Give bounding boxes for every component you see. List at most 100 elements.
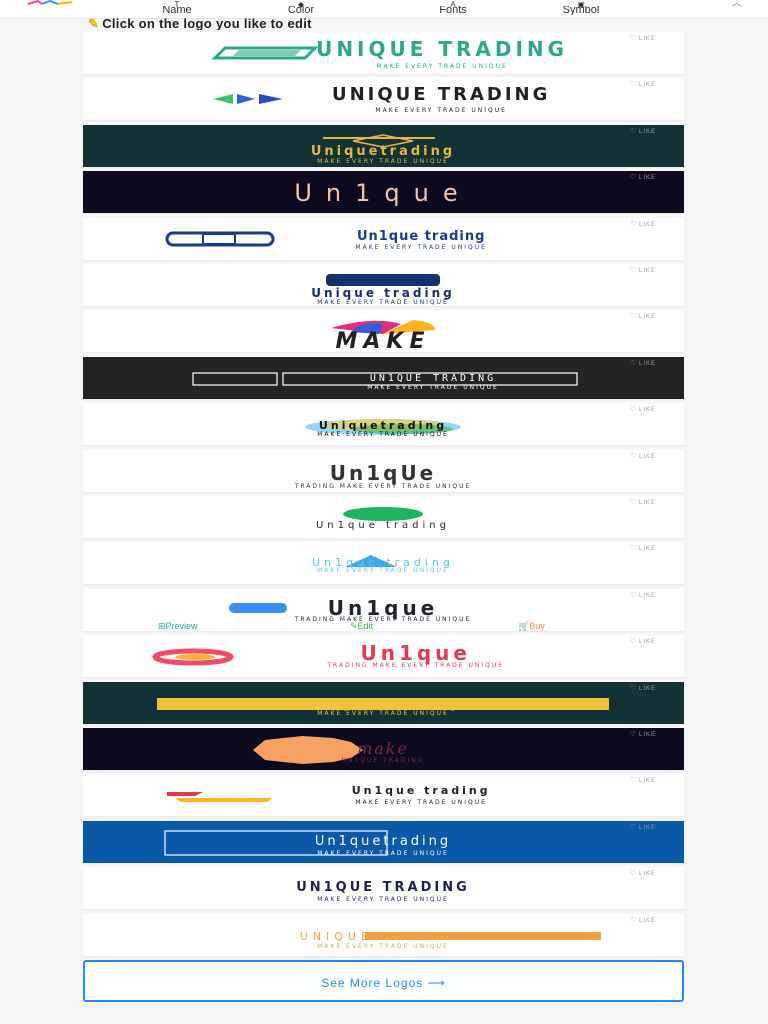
like-button[interactable]: ♡ LIKE [630,266,656,274]
logo-card[interactable]: Un1que trading ♡ LIKE [83,496,684,538]
logo-card[interactable]: Un1que trading MAKE EVERY TRADE UNIQUE ♡ LI… [83,774,684,817]
logo-name: Un1que trading [352,784,491,797]
logo-card[interactable]: UNIQUE TRADING MAKE EVERY TRADE UNIQUE ♡ LI… [83,913,684,956]
logo-card[interactable]: make UN1QUE TRADING ♡ LIKE [83,728,684,770]
like-button[interactable]: ♡ LIKE [630,684,656,692]
chevron-down-icon[interactable]: ︿ [732,0,742,9]
heart-icon: ♡ [629,731,637,738]
heart-icon: ♡ [629,35,637,42]
like-button[interactable]: ♡ LIKE [630,312,656,320]
logo-artwork: UniquetradingMAKE EVERY TRADE UNIQUE [311,134,455,165]
logo-artwork: MAKE [331,320,435,352]
heart-icon: ♡ [629,313,637,321]
like-button[interactable]: ♡ LIKE [630,34,656,42]
logo-artwork: UN1QUE TRADINGMAKE EVERY TRADE UNIQUE [192,372,578,391]
logo-artwork: Unique tradingMAKE EVERY TRADE UNIQUE [157,697,609,717]
like-button[interactable]: ♡ LIKE [630,452,656,460]
like-button[interactable]: ♡ LIKE [630,405,656,413]
logo-card[interactable]: UN1QUE TRADING MAKE EVERY TRADE UNIQUE ♡ LI… [83,356,684,399]
logo-card[interactable]: Uniquetrading MAKE EVERY TRADE UNIQUE ♡ LIK… [83,403,684,446]
buy-link[interactable]: 🛒 Buy [518,622,545,631]
arrow-right-icon: ⟶ [427,976,446,990]
logo-name: UNIQUE TRADING [316,37,568,61]
like-button[interactable]: ♡ LIKE [630,916,656,924]
logo-artwork: Un1que tradingMAKE EVERY TRADE UNIQUE [312,555,450,574]
logo-card[interactable]: Un1que trading MAKE EVERY TRADE UNIQUE ♡ LI… [83,542,684,585]
like-button[interactable]: ♡ LIKE [630,80,656,88]
brand-logo-icon[interactable] [28,0,72,6]
like-button[interactable]: ♡ LIKE [630,498,656,506]
logo-card[interactable]: UN1QUE TRADING MAKE EVERY TRADE UNIQUE ♡ LI… [83,867,684,910]
logo-card[interactable]: MAKE ♡ LIKE [83,310,684,353]
logo-tagline: MAKE EVERY TRADE UNIQUE [375,107,507,114]
logo-tagline: MAKE EVERY TRADE UNIQUE [367,384,499,391]
logo-name: MAKE [336,329,431,352]
heart-icon: ♡ [629,81,637,89]
heart-icon: ♡ [629,823,637,831]
logo-artwork: Un1qUeTRADING MAKE EVERY TRADE UNIQUE [294,461,472,490]
tab-name[interactable]: T Name [132,1,222,16]
logo-card[interactable]: UNIQUE TRADING MAKE EVERY TRADE UNIQUE ♡ LI… [83,32,684,74]
heart-icon: ♡ [629,174,637,182]
logo-name: Unique trading [304,697,461,711]
tab-fonts[interactable]: A Fonts [408,1,498,16]
logo-artwork: UNIQUE TRADINGMAKE EVERY TRADE UNIQUE [300,930,601,950]
logo-artwork: UNIQUE TRADING MAKE EVERY TRADE UNIQUE [213,84,550,114]
like-button[interactable]: ♡ LIKE [630,220,656,228]
logo-name: UNIQUE TRADING [300,930,467,943]
like-button[interactable]: ♡ LIKE [630,823,656,831]
like-button[interactable]: ♡ LIKE [630,591,656,599]
logo-tagline: MAKE EVERY TRADE UNIQUE [317,896,449,903]
logo-tagline: MAKE EVERY TRADE UNIQUE [317,710,449,717]
logo-card[interactable]: Unique trading MAKE EVERY TRADE UNIQUE ♡ LI… [83,264,684,306]
logo-tagline: MAKE EVERY TRADE UNIQUE [355,799,487,806]
logo-name: UNIQUE TRADING [332,84,550,105]
logo-artwork: Un1quetradingMAKE EVERY TRADE UNIQUE [164,830,448,857]
logo-tagline: TRADING MAKE EVERY TRADE UNIQUE [294,483,472,490]
logo-tagline: MAKE EVERY TRADE UNIQUE [317,299,449,306]
like-button[interactable]: ♡ LIKE [630,730,656,738]
logo-name: UN1QUE TRADING [296,880,470,895]
logo-tagline: MAKE EVERY TRADE UNIQUE [317,431,449,438]
logo-card[interactable]: Unique trading MAKE EVERY TRADE UNIQUE ♡ LI… [83,681,684,724]
like-button[interactable]: ♡ LIKE [630,637,656,645]
card-action-bar: ⊞ Preview ✎ Edit 🛒 Buy [140,622,630,632]
heart-icon: ♡ [629,359,637,367]
logo-tagline: UN1QUE TRADING [342,757,425,764]
logo-card[interactable]: Un1que ♡ LIKE [83,171,684,214]
tab-symbol[interactable]: ▣ Symbol [536,1,626,16]
logo-artwork: makeUN1QUE TRADING [253,736,425,764]
logo-card[interactable]: Un1que trading MAKE EVERY TRADE UNIQUE ♡ LI… [83,217,684,260]
heart-icon: ♡ [629,545,637,553]
logo-name: Uniquetrading [311,144,455,159]
like-button[interactable]: ♡ LIKE [630,776,656,784]
edit-link[interactable]: ✎ Edit [350,622,373,631]
heart-icon: ♡ [629,499,637,506]
top-nav: T Name ◆ Color A Fonts ▣ Symbol ︿ [0,0,768,19]
tab-color[interactable]: ◆ Color [256,1,346,16]
logo-card[interactable]: Uniquetrading MAKE EVERY TRADE UNIQUE ♡ LIK… [83,124,684,167]
logo-artwork: UN1QUE TRADINGMAKE EVERY TRADE UNIQUE [296,880,470,903]
heart-icon: ♡ [629,916,637,924]
logo-card[interactable]: Un1quetrading MAKE EVERY TRADE UNIQUE ♡ LIK… [83,820,684,863]
logo-tagline: MAKE EVERY TRADE UNIQUE [317,943,449,950]
logo-name: Un1que [294,179,471,207]
heart-icon: ♡ [629,591,637,599]
preview-link[interactable]: ⊞ Preview [158,622,198,631]
logo-artwork: Un1que trading MAKE EVERY TRADE UNIQUE [167,784,491,806]
logo-card[interactable]: UNIQUE TRADING MAKE EVERY TRADE UNIQUE ♡ LI… [83,78,684,121]
logo-artwork: Un1que trading [316,507,446,531]
logo-card[interactable]: Un1que TRADING MAKE EVERY TRADE UNIQUE ♡ LI… [83,635,684,678]
logo-tagline: TRADING MAKE EVERY TRADE UNIQUE [326,662,504,669]
see-more-button[interactable]: See More Logos ⟶ [83,960,684,1002]
logo-name: Un1que trading [357,229,485,244]
logo-artwork: Un1que tradingMAKE EVERY TRADE UNIQUE [165,229,485,251]
like-button[interactable]: ♡ LIKE [630,544,656,552]
heart-icon: ♡ [629,220,637,228]
like-button[interactable]: ♡ LIKE [630,173,656,181]
like-button[interactable]: ♡ LIKE [630,127,656,135]
like-button[interactable]: ♡ LIKE [630,869,656,877]
logo-name: UN1QUE TRADING [370,373,496,384]
like-button[interactable]: ♡ LIKE [630,359,656,367]
logo-card[interactable]: Un1qUe TRADING MAKE EVERY TRADE UNIQUE ♡ LI… [83,449,684,492]
